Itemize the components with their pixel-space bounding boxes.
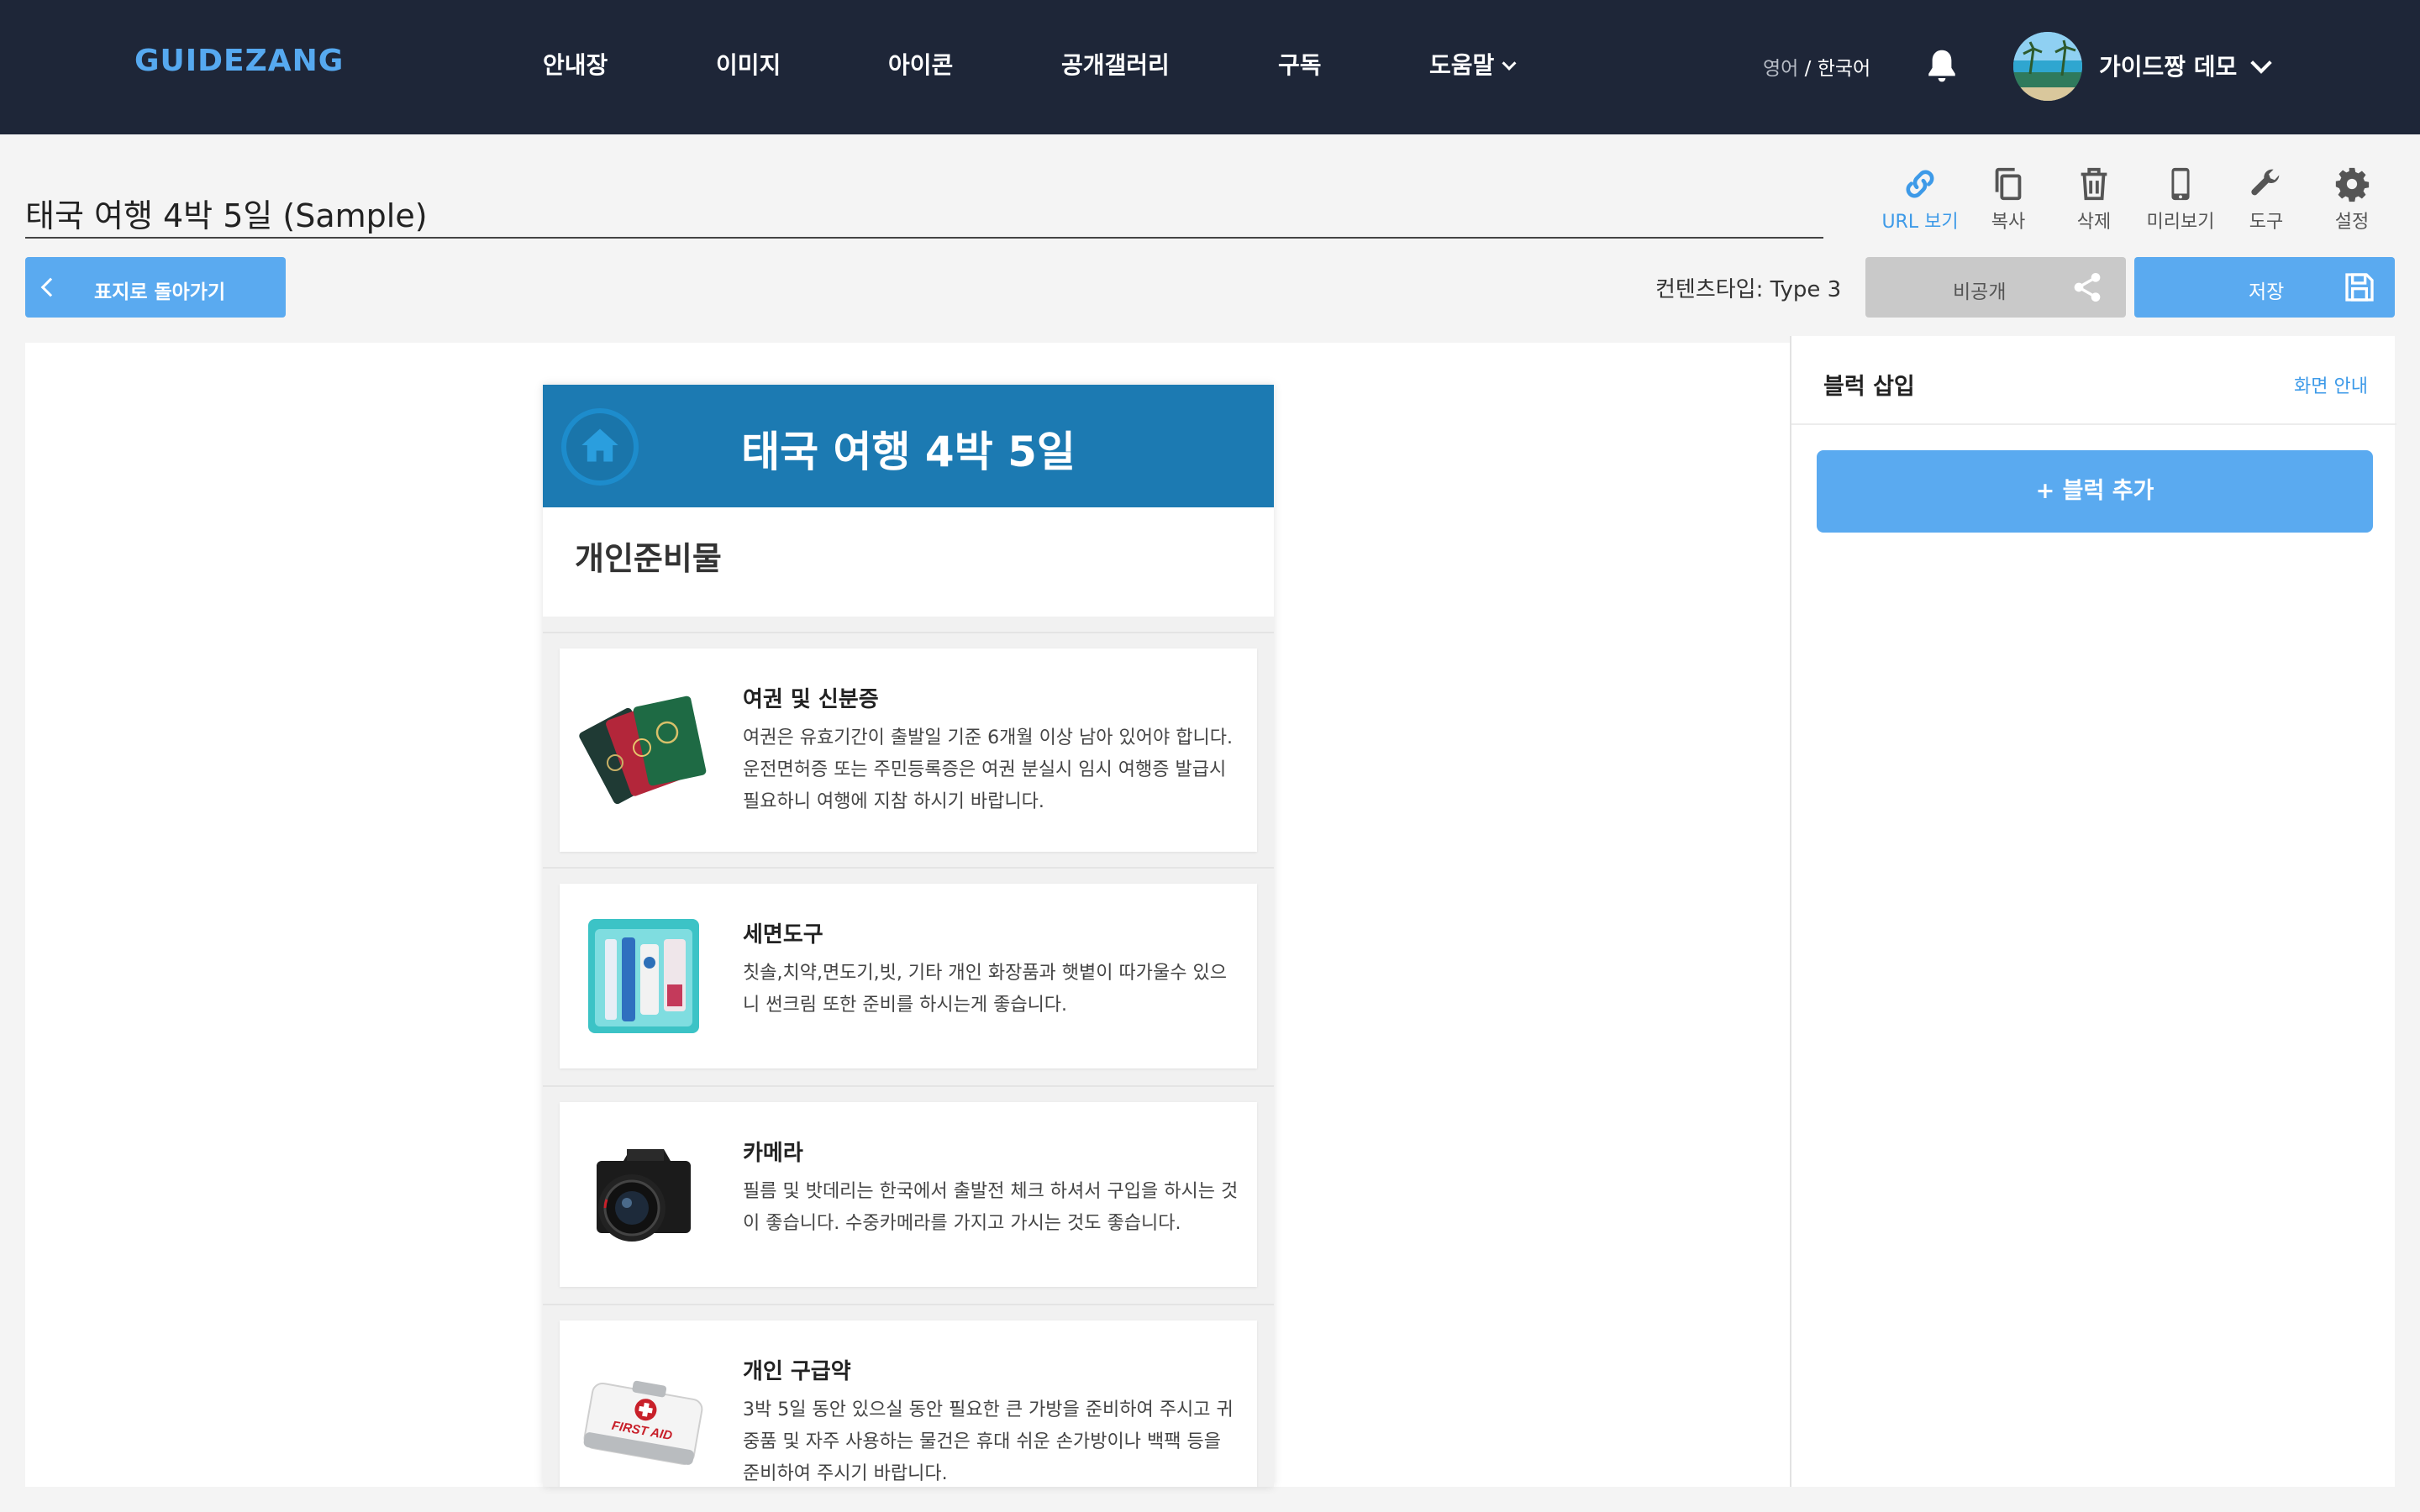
top-navbar: GUIDEZANG 안내장 이미지 아이콘 공개갤러리 구독 도움말 영어 / … — [0, 0, 2420, 134]
tool-tools[interactable]: 도구 — [2220, 165, 2312, 235]
mobile-preview: 태국 여행 4박 5일 개인준비물 여권 및 신분증 여권은 유효기간이 출발일… — [543, 385, 1274, 1487]
nav-item-guide[interactable]: 안내장 — [543, 47, 608, 81]
divider — [543, 1085, 1274, 1087]
tool-settings-label: 설정 — [2334, 212, 2370, 233]
tool-delete-label: 삭제 — [2076, 212, 2112, 233]
save-button-label: 저장 — [2249, 281, 2285, 303]
gear-icon — [2335, 167, 2370, 202]
list-item[interactable]: 카메라 필름 및 밧데리는 한국에서 출발전 체크 하셔서 구입을 하시는 것이… — [560, 1102, 1257, 1287]
guide-title: 태국 여행 4박 5일 — [741, 428, 1076, 476]
divider — [543, 867, 1274, 869]
private-button[interactable]: 비공개 — [1865, 257, 2126, 318]
panel-header: 블럭 삽입 화면 안내 — [1791, 336, 2396, 425]
nav-item-help[interactable]: 도움말 — [1429, 47, 1517, 81]
section-header[interactable]: 개인준비물 — [543, 507, 1274, 617]
guide-header: 태국 여행 4박 5일 — [543, 385, 1274, 507]
tool-preview[interactable]: 미리보기 — [2134, 165, 2227, 235]
tool-tools-label: 도구 — [2249, 212, 2284, 233]
list-item[interactable]: 세면도구 칫솔,치약,면도기,빗, 기타 개인 화장품과 햇볕이 따가울수 있으… — [560, 884, 1257, 1068]
tool-url-view[interactable]: URL 보기 — [1874, 165, 1966, 235]
section-title: 개인준비물 — [575, 540, 722, 577]
block-insert-panel: 블럭 삽입 화면 안내 + 블럭 추가 — [1790, 336, 2396, 1487]
divider — [543, 632, 1274, 633]
lang-separator: / — [1798, 58, 1818, 80]
lang-english[interactable]: 영어 — [1763, 58, 1798, 80]
tool-preview-label: 미리보기 — [2146, 212, 2215, 233]
item-title: 여권 및 신분증 — [743, 687, 879, 712]
tool-url-label: URL 보기 — [1881, 212, 1959, 233]
back-button-label: 표지로 돌아가기 — [94, 281, 226, 303]
list-item[interactable]: 여권 및 신분증 여권은 유효기간이 출발일 기준 6개월 이상 남아 있어야 … — [560, 648, 1257, 852]
bell-icon[interactable] — [1924, 47, 1960, 86]
tool-delete[interactable]: 삭제 — [2048, 165, 2140, 235]
list-item[interactable]: FIRST AID 개인 구급약 3박 5일 동안 있으실 동안 필요한 큰 가… — [560, 1320, 1257, 1487]
nav-item-icons[interactable]: 아이콘 — [888, 47, 953, 81]
toiletries-image — [588, 919, 699, 1033]
document-title-input[interactable]: 태국 여행 4박 5일 (Sample) — [25, 185, 1823, 239]
user-name[interactable]: 가이드짱 데모 — [2099, 49, 2237, 82]
item-title: 세면도구 — [743, 922, 823, 948]
chevron-down-icon — [1502, 55, 1517, 71]
divider — [543, 1304, 1274, 1305]
link-icon — [1906, 170, 1934, 198]
item-description: 칫솔,치약,면도기,빗, 기타 개인 화장품과 햇볕이 따가울수 있으니 썬크림… — [743, 963, 1227, 1016]
nav-help-label: 도움말 — [1429, 51, 1495, 79]
nav-item-subscribe[interactable]: 구독 — [1278, 47, 1322, 81]
floppy-disk-icon — [2345, 273, 2374, 302]
first-aid-image: FIRST AID — [583, 1380, 703, 1465]
add-block-button[interactable]: + 블럭 추가 — [1817, 450, 2373, 533]
wrench-icon — [2251, 169, 2280, 196]
camera-image — [597, 1149, 691, 1242]
private-button-label: 비공개 — [1953, 281, 2007, 303]
nav-item-images[interactable]: 이미지 — [716, 47, 781, 81]
editor-canvas: 태국 여행 4박 5일 개인준비물 여권 및 신분증 여권은 유효기간이 출발일… — [25, 343, 1790, 1487]
mobile-icon — [2171, 167, 2190, 201]
content-type-label: 컨텐츠타입: Type 3 — [1655, 277, 1842, 302]
language-switch[interactable]: 영어 / 한국어 — [1763, 52, 1870, 81]
chevron-left-icon — [40, 277, 60, 297]
tool-settings[interactable]: 설정 — [2306, 165, 2398, 235]
screen-guide-link[interactable]: 화면 안내 — [2294, 371, 2368, 398]
trash-icon — [2081, 167, 2107, 201]
copy-icon — [1995, 167, 2022, 201]
avatar[interactable] — [2013, 32, 2082, 101]
tool-copy-label: 복사 — [1991, 212, 2026, 233]
back-to-cover-button[interactable]: 표지로 돌아가기 — [25, 257, 286, 318]
lang-korean[interactable]: 한국어 — [1818, 58, 1870, 80]
item-description: 3박 5일 동안 있으실 동안 필요한 큰 가방을 준비하여 주시고 귀중품 및… — [743, 1399, 1234, 1484]
item-title: 카메라 — [743, 1141, 803, 1166]
item-title: 개인 구급약 — [743, 1359, 851, 1384]
nav-item-public-gallery[interactable]: 공개갤러리 — [1061, 47, 1170, 81]
passport-image — [579, 696, 707, 805]
tool-copy[interactable]: 복사 — [1962, 165, 2054, 235]
item-description: 여권은 유효기간이 출발일 기준 6개월 이상 남아 있어야 합니다. 운전면허… — [743, 727, 1233, 812]
save-button[interactable]: 저장 — [2134, 257, 2395, 318]
item-description: 필름 및 밧데리는 한국에서 출발전 체크 하셔서 구입을 하시는 것이 좋습니… — [743, 1181, 1239, 1234]
share-icon — [2074, 273, 2101, 302]
panel-title: 블럭 삽입 — [1823, 374, 1915, 400]
